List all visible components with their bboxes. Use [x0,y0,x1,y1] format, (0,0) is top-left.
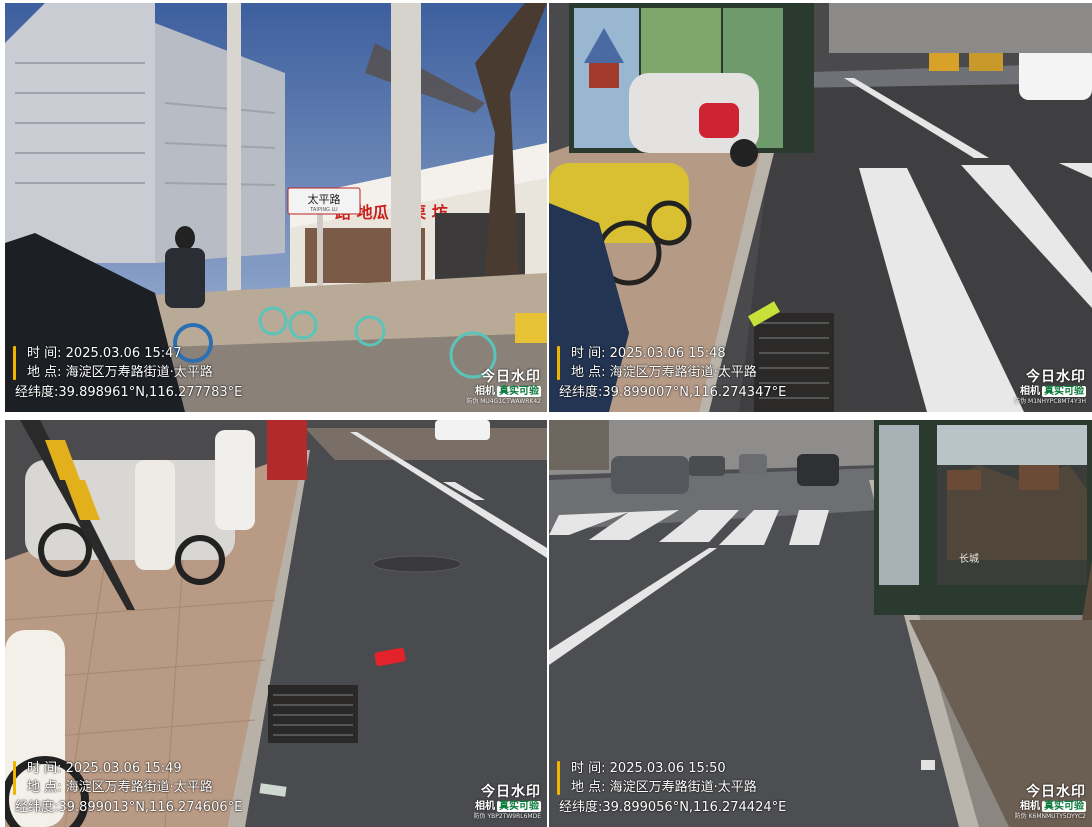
brand-name: 今日水印 [1026,369,1086,385]
stamp-bar [557,760,560,795]
watermark-brand-3: 今日水印 相机 真实可验 防伪 YBP2TW9RL6MDE [474,784,541,821]
coord-value: 39.898961°N,116.277783°E [58,384,243,400]
time-value: 2025.03.06 15:48 [609,345,726,361]
timestamp-overlay-4: 时 间: 2025.03.06 15:50 地 点: 海淀区万寿路街道·太平路 … [557,759,787,818]
time-value: 2025.03.06 15:47 [65,345,182,361]
brand-camera: 相机 [475,801,495,812]
poster-caption: 长城 [959,553,979,565]
coord-label: 经纬度: [559,384,603,400]
place-value: 海淀区万寿路街道·太平路 [609,780,757,795]
anti-fake-code: 防伪 YBP2TW9RL6MDE [473,813,541,820]
street-sign-text: 太平路 [308,193,341,206]
brand-name: 今日水印 [1026,784,1086,800]
place-label: 地 点: [27,780,62,795]
time-label: 时 间: [27,345,62,361]
verified-badge: 真实可验 [497,386,541,397]
photo-grid: 路 地瓜 板栗 坊 太平路 TAIPING LU [0,0,1092,827]
time-label: 时 间: [571,345,606,361]
time-value: 2025.03.06 15:49 [65,760,182,776]
watermark-brand-4: 今日水印 相机 真实可验 防伪 K6MNMUTY5DYYC2 [1015,784,1086,821]
time-label: 时 间: [571,760,606,776]
place-label: 地 点: [571,780,606,795]
brand-name: 今日水印 [481,369,541,385]
brand-name: 今日水印 [481,784,541,800]
place-value: 海淀区万寿路街道·太平路 [609,365,757,380]
brand-camera: 相机 [1020,386,1040,397]
anti-fake-code: 防伪 M1NHYPC8MT4Y3H [1014,398,1086,405]
place-value: 海淀区万寿路街道·太平路 [65,780,213,795]
verified-badge: 真实可验 [1042,386,1086,397]
verified-badge: 真实可验 [1042,801,1086,812]
timestamp-overlay-1: 时 间: 2025.03.06 15:47 地 点: 海淀区万寿路街道·太平路 … [13,344,243,403]
coord-value: 39.899056°N,116.274424°E [602,799,787,815]
photo-panel-1: 路 地瓜 板栗 坊 太平路 TAIPING LU [5,3,547,412]
time-value: 2025.03.06 15:50 [609,760,726,776]
verified-badge: 真实可验 [497,801,541,812]
stamp-bar [13,345,16,380]
coord-label: 经纬度: [15,799,59,815]
coord-label: 经纬度: [559,799,603,815]
timestamp-overlay-2: 时 间: 2025.03.06 15:48 地 点: 海淀区万寿路街道·太平路 … [557,344,787,403]
place-value: 海淀区万寿路街道·太平路 [65,365,213,380]
timestamp-overlay-3: 时 间: 2025.03.06 15:49 地 点: 海淀区万寿路街道·太平路 … [13,759,243,818]
anti-fake-code: 防伪 MU4G1CTWAWRK42 [466,398,541,405]
photo-panel-3: 时 间: 2025.03.06 15:49 地 点: 海淀区万寿路街道·太平路 … [5,420,547,827]
watermark-brand-1: 今日水印 相机 真实可验 防伪 MU4G1CTWAWRK42 [466,369,541,406]
time-label: 时 间: [27,760,62,776]
place-label: 地 点: [571,365,606,380]
street-sign-subtext: TAIPING LU [309,207,338,213]
brand-camera: 相机 [1020,801,1040,812]
photo-panel-2: 时 间: 2025.03.06 15:48 地 点: 海淀区万寿路街道·太平路 … [549,3,1092,412]
stamp-bar [557,345,560,380]
anti-fake-code: 防伪 K6MNMUTY5DYYC2 [1014,813,1086,820]
coord-value: 39.899013°N,116.274606°E [58,799,243,815]
brand-camera: 相机 [475,386,495,397]
place-label: 地 点: [27,365,62,380]
coord-value: 39.899007°N,116.274347°E [602,384,787,400]
photo-panel-4: 长城 时 间: 2025.03.06 15:50 地 点: 海淀区万寿路街道·太… [549,420,1092,827]
stamp-bar [13,760,16,795]
coord-label: 经纬度: [15,384,59,400]
watermark-brand-2: 今日水印 相机 真实可验 防伪 M1NHYPC8MT4Y3H [1014,369,1086,406]
